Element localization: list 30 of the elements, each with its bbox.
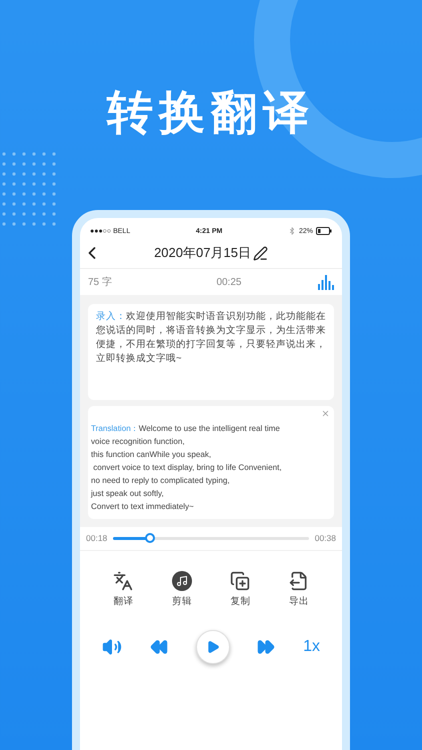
elapsed-time: 00:18: [86, 533, 108, 543]
duration-label: 00:25: [216, 276, 242, 288]
bluetooth-icon: [288, 227, 296, 235]
note-title: 2020年07月15日: [154, 244, 251, 262]
battery-icon: [316, 227, 332, 235]
copy-icon: [230, 571, 250, 591]
play-icon: [206, 640, 220, 654]
character-count: 75 字: [88, 276, 112, 289]
translation-text: Translation：Welcome to use the intelligent real time voice recognition function, this function canWhile you speak, convert voice to text display, bring to life Convenient, no need to reply to complicated typing, just speak out softly, Convert to text immediately~: [91, 423, 283, 513]
rewind-button[interactable]: [150, 638, 168, 656]
input-text: 录入：欢迎使用智能实时语音识别功能，此功能能在您说话的同时，将语音转换为文字显示，为生活带来便捷，不用在繁琐的打字回复等，只要轻声说出来，立即转换成文字哦~: [96, 310, 326, 366]
tool-button[interactable]: 导出: [288, 571, 309, 608]
rewind-icon: [150, 638, 168, 656]
fast-forward-icon: [257, 638, 276, 656]
export-file-icon: [288, 571, 309, 591]
tool-button[interactable]: 复制: [230, 571, 250, 608]
bar-chart-icon[interactable]: [318, 274, 334, 290]
headline: 转换翻译: [107, 84, 315, 141]
volume-button[interactable]: [102, 637, 122, 657]
close-icon[interactable]: [321, 409, 330, 418]
volume-icon: [102, 637, 122, 657]
play-button[interactable]: [196, 630, 230, 664]
translate-icon: [113, 571, 134, 591]
fast-forward-button[interactable]: [257, 638, 276, 656]
progress-thumb[interactable]: [145, 533, 156, 543]
tool-button[interactable]: 剪辑: [172, 571, 192, 608]
tool-button[interactable]: 翻译: [113, 571, 134, 608]
total-time: 00:38: [314, 533, 336, 543]
music-note-icon: [172, 571, 192, 591]
edit-pen-icon[interactable]: [252, 246, 268, 260]
